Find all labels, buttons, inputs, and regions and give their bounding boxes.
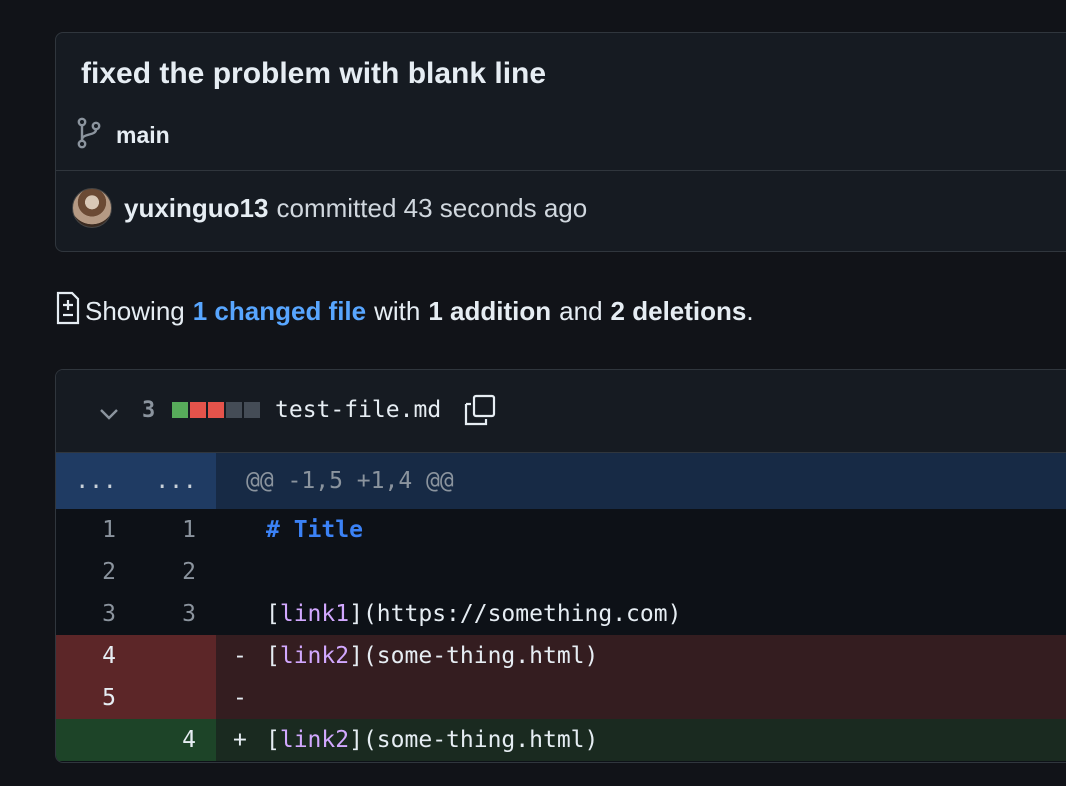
summary-and: and xyxy=(559,295,603,326)
line-code xyxy=(216,551,1066,593)
old-line-number[interactable]: 4 xyxy=(56,635,136,677)
divider xyxy=(56,170,1066,171)
copy-icon[interactable] xyxy=(463,393,497,427)
diff-line-deletion: 4 - [link2](some-thing.html) xyxy=(56,635,1066,677)
line-code: - xyxy=(216,677,1066,719)
hunk-header: @@ -1,5 +1,4 @@ xyxy=(246,468,454,494)
hunk-expand-left[interactable]: ... xyxy=(56,453,136,509)
diffstat-block-neutral xyxy=(244,402,260,418)
file-diff: 3 test-file.md ... ... @@ -1,5 +1,4 @@ 1… xyxy=(55,369,1066,763)
markdown-link-text: link2 xyxy=(279,727,350,753)
additions-count: 1 addition xyxy=(428,295,552,326)
commit-title: fixed the problem with blank line xyxy=(81,57,547,90)
file-diff-icon xyxy=(55,291,85,332)
link-open-bracket: [ xyxy=(266,643,280,669)
markdown-link-target: ](some-thing.html) xyxy=(349,727,599,753)
changed-files-link[interactable]: 1 changed file xyxy=(193,296,366,327)
diff-sign: + xyxy=(233,727,247,753)
diff-sign: - xyxy=(233,685,247,711)
diff-line-addition: 4 + [link2](some-thing.html) xyxy=(56,719,1066,761)
diff-summary: Showing 1 changed file with 1 addition a… xyxy=(55,291,754,332)
summary-period: . xyxy=(746,295,754,326)
link-open-bracket: [ xyxy=(266,601,280,627)
diffstat-block-neutral xyxy=(226,402,242,418)
diffstat-block-deleted xyxy=(208,402,224,418)
author-row: yuxinguo13 committed 43 seconds ago xyxy=(72,187,587,229)
line-code: + [link2](some-thing.html) xyxy=(216,719,1066,761)
summary-prefix: Showing xyxy=(85,295,185,326)
avatar[interactable] xyxy=(72,188,112,228)
diff-line-context: 22 xyxy=(56,551,1066,593)
diff-sign: - xyxy=(233,643,247,669)
diffstat-blocks xyxy=(172,402,260,418)
diff-line-context: 1 1 # Title xyxy=(56,509,1066,551)
old-line-number[interactable]: 1 xyxy=(56,509,136,551)
line-content: [link2](some-thing.html) xyxy=(266,719,598,761)
diffstat-block-deleted xyxy=(190,402,206,418)
new-line-number[interactable] xyxy=(136,635,216,677)
new-line-number[interactable]: 3 xyxy=(136,593,216,635)
chevron-down-icon[interactable] xyxy=(96,401,122,427)
line-code: - [link2](some-thing.html) xyxy=(216,635,1066,677)
line-content: # Title xyxy=(266,509,363,551)
markdown-link-text: link2 xyxy=(279,643,350,669)
file-name[interactable]: test-file.md xyxy=(275,397,441,423)
markdown-link-target: ](https://something.com) xyxy=(349,601,682,627)
author-name[interactable]: yuxinguo13 xyxy=(124,193,268,224)
hunk-expand-right[interactable]: ... xyxy=(136,453,216,509)
new-line-number[interactable]: 4 xyxy=(136,719,216,761)
git-branch-icon xyxy=(76,117,102,154)
branch-row[interactable]: main xyxy=(76,117,170,154)
old-line-number[interactable]: 3 xyxy=(56,593,136,635)
diff-line-deletion: 5- xyxy=(56,677,1066,719)
markdown-link-text: link1 xyxy=(279,601,350,627)
line-code: [link1](https://something.com) xyxy=(216,593,1066,635)
deletions-count: 2 deletions xyxy=(610,295,747,326)
diff-line-context: 3 3 [link1](https://something.com) xyxy=(56,593,1066,635)
line-code: # Title xyxy=(216,509,1066,551)
commit-time: committed 43 seconds ago xyxy=(276,192,588,223)
old-line-number[interactable] xyxy=(56,719,136,761)
markdown-heading: # Title xyxy=(266,517,363,543)
new-line-number[interactable]: 1 xyxy=(136,509,216,551)
old-line-number[interactable]: 2 xyxy=(56,551,136,593)
commit-header-box: fixed the problem with blank line main y… xyxy=(55,32,1066,252)
change-count: 3 xyxy=(142,398,156,423)
hunk-header-row: ... ... @@ -1,5 +1,4 @@ xyxy=(56,453,1066,509)
markdown-link-target: ](some-thing.html) xyxy=(349,643,599,669)
new-line-number[interactable]: 2 xyxy=(136,551,216,593)
link-open-bracket: [ xyxy=(266,727,280,753)
old-line-number[interactable]: 5 xyxy=(56,677,136,719)
new-line-number[interactable] xyxy=(136,677,216,719)
branch-name[interactable]: main xyxy=(116,122,170,149)
line-content: [link2](some-thing.html) xyxy=(266,635,598,677)
line-content: [link1](https://something.com) xyxy=(266,593,681,635)
diffstat-block-added xyxy=(172,402,188,418)
file-header: 3 test-file.md xyxy=(56,370,1066,453)
summary-with: with xyxy=(374,295,421,326)
